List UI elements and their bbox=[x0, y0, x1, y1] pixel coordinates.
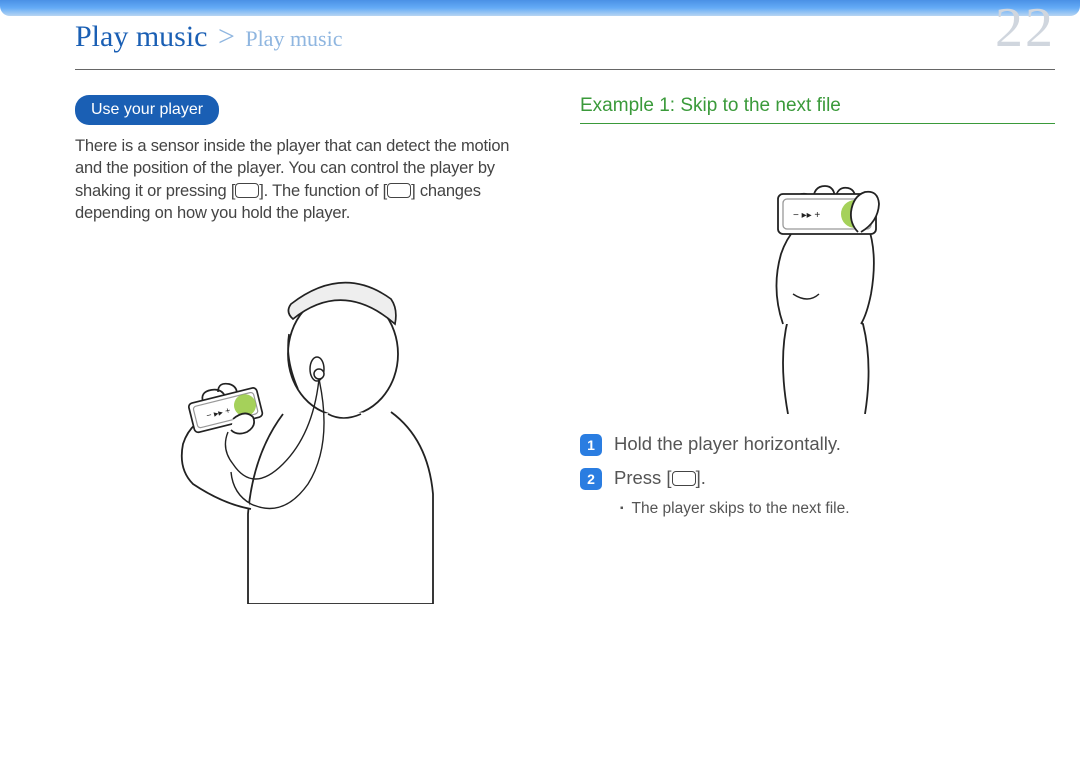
top-accent-bar bbox=[0, 0, 1080, 16]
button-icon bbox=[672, 471, 696, 486]
intro-text-2: ]. The function of [ bbox=[259, 182, 387, 200]
left-column: Use your player There is a sensor inside… bbox=[75, 95, 520, 604]
illustration-hand-horizontal-player: − ▸▸ + bbox=[580, 154, 1055, 414]
step-text: Press []. bbox=[614, 466, 706, 490]
illustration-person-holding-player: − ▸▸ + bbox=[75, 254, 520, 604]
breadcrumb-separator: > bbox=[212, 20, 241, 53]
svg-text:− ▸▸ +: − ▸▸ + bbox=[793, 210, 820, 221]
step-item: 1 Hold the player horizontally. bbox=[580, 432, 1055, 456]
right-column: Example 1: Skip to the next file − ▸▸ + bbox=[580, 95, 1055, 604]
steps-list: 1 Hold the player horizontally. 2 Press … bbox=[580, 432, 1055, 490]
step-number-badge: 1 bbox=[580, 434, 602, 456]
breadcrumb-sub: Play music bbox=[245, 26, 342, 51]
content-area: Use your player There is a sensor inside… bbox=[75, 95, 1055, 604]
page-number: 22 bbox=[995, 0, 1055, 60]
step-text: Hold the player horizontally. bbox=[614, 432, 841, 456]
page-header: Play music > Play music 22 bbox=[75, 20, 1055, 70]
example-heading: Example 1: Skip to the next file bbox=[580, 95, 1055, 124]
button-icon bbox=[235, 183, 259, 198]
result-bullet: The player skips to the next file. bbox=[620, 500, 1055, 518]
button-icon bbox=[387, 183, 411, 198]
step-number-badge: 2 bbox=[580, 468, 602, 490]
section-heading-pill: Use your player bbox=[75, 95, 219, 125]
step-item: 2 Press []. bbox=[580, 466, 1055, 490]
step-text-post: ]. bbox=[696, 467, 706, 488]
intro-paragraph: There is a sensor inside the player that… bbox=[75, 135, 520, 224]
breadcrumb-main: Play music bbox=[75, 20, 208, 53]
step-text-pre: Press [ bbox=[614, 467, 672, 488]
